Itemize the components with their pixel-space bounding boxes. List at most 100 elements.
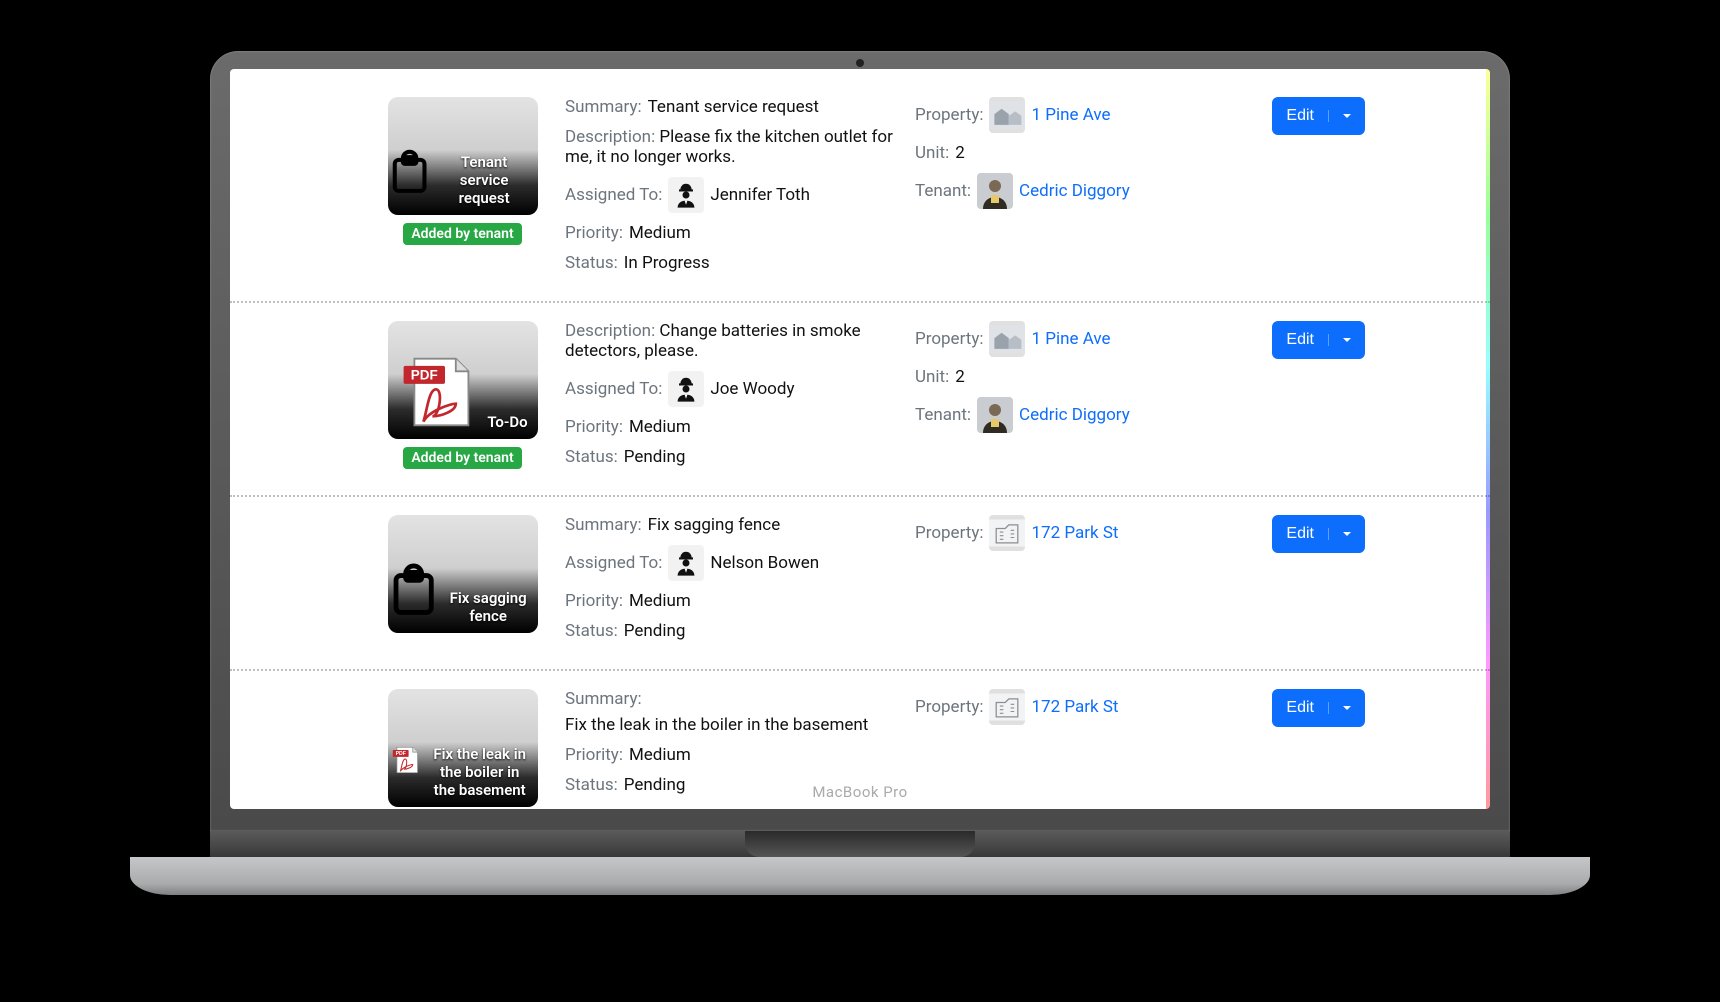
property-link[interactable]: 172 Park St (1031, 697, 1118, 717)
tenant-avatar (977, 173, 1013, 209)
avatar-icon (977, 173, 1013, 209)
action-column: Edit (1255, 515, 1365, 651)
edit-button[interactable]: Edit (1272, 97, 1365, 135)
tenant-link[interactable]: Cedric Diggory (1019, 405, 1130, 425)
edit-button-label: Edit (1272, 699, 1328, 717)
priority-value: Medium (629, 223, 691, 243)
unit-value: 2 (955, 143, 965, 163)
task-thumbnail[interactable]: Tenant service request (388, 97, 538, 215)
priority-label: Priority: (565, 223, 623, 243)
property-thumb (989, 689, 1025, 725)
svg-text:PDF: PDF (411, 367, 438, 382)
summary-value: Fix sagging fence (648, 515, 781, 535)
property-link[interactable]: 1 Pine Ave (1031, 105, 1110, 125)
pdf-icon: PDF (391, 353, 481, 431)
edit-dropdown-toggle[interactable] (1328, 110, 1365, 122)
edit-button-label: Edit (1272, 525, 1328, 543)
property-label: Property: (915, 105, 983, 125)
info-column: Summary: Tenant service requestDescripti… (565, 97, 895, 283)
svg-text:PDF: PDF (395, 751, 405, 757)
task-card: Tenant service request Added by tenant Sum… (230, 79, 1490, 303)
assignee-avatar (668, 545, 704, 581)
building-thumb-icon (989, 518, 1025, 548)
edit-button[interactable]: Edit (1272, 515, 1365, 553)
tenant-label: Tenant: (915, 181, 971, 201)
device-label: MacBook Pro (210, 783, 1510, 801)
assignee-avatar (668, 371, 704, 407)
task-list: Tenant service request Added by tenant Sum… (230, 79, 1490, 809)
house-thumb-icon (989, 100, 1025, 130)
assigned-to-label: Assigned To: (565, 379, 662, 399)
property-thumb (989, 97, 1025, 133)
priority-value: Medium (629, 591, 691, 611)
status-label: Status: (565, 621, 618, 641)
avatar-icon (977, 397, 1013, 433)
status-label: Status: (565, 253, 618, 273)
summary-label: Summary: (565, 689, 642, 709)
edit-button[interactable]: Edit (1272, 689, 1365, 727)
worker-icon (672, 375, 700, 403)
priority-label: Priority: (565, 417, 623, 437)
thumb-caption: Fix sagging fence (439, 589, 538, 625)
task-thumbnail[interactable]: Fix sagging fence (388, 515, 538, 633)
building-thumb-icon (989, 692, 1025, 722)
property-link[interactable]: 172 Park St (1031, 523, 1118, 543)
edit-dropdown-toggle[interactable] (1328, 334, 1365, 346)
assigned-to-value: Joe Woody (710, 379, 794, 399)
task-card: PDF To-DoAdded by tenantDescription: Cha… (230, 303, 1490, 497)
edit-dropdown-toggle[interactable] (1328, 702, 1365, 714)
tenant-avatar (977, 397, 1013, 433)
added-by-tenant-badge: Added by tenant (403, 223, 521, 245)
chevron-down-icon (1341, 702, 1353, 714)
task-card: Fix sagging fence Summary: Fix sagging fe… (230, 497, 1490, 671)
assigned-to-label: Assigned To: (565, 185, 662, 205)
thumb-caption: Tenant service request (431, 153, 538, 207)
summary-value: Fix the leak in the boiler in the baseme… (565, 715, 868, 735)
thumb-caption: Fix the leak in the boiler in the baseme… (422, 745, 538, 799)
meta-column: Property: 172 Park St (915, 515, 1235, 651)
property-label: Property: (915, 697, 983, 717)
worker-icon (672, 549, 700, 577)
thumb-column: Fix sagging fence (380, 515, 545, 651)
edit-button-label: Edit (1272, 107, 1328, 125)
added-by-tenant-badge: Added by tenant (403, 447, 521, 469)
unit-label: Unit: (915, 143, 949, 163)
summary-label: Summary: (565, 515, 642, 535)
property-label: Property: (915, 329, 983, 349)
chevron-down-icon (1341, 528, 1353, 540)
chevron-down-icon (1341, 110, 1353, 122)
house-thumb-icon (989, 324, 1025, 354)
priority-value: Medium (629, 745, 691, 765)
screen: Tenant service request Added by tenant Sum… (230, 69, 1490, 809)
assigned-to-value: Jennifer Toth (710, 185, 810, 205)
edit-button-label: Edit (1272, 331, 1328, 349)
tenant-label: Tenant: (915, 405, 971, 425)
priority-label: Priority: (565, 591, 623, 611)
property-link[interactable]: 1 Pine Ave (1031, 329, 1110, 349)
description-label: Description: (565, 321, 655, 341)
thumb-column: Tenant service request Added by tenant (380, 97, 545, 283)
priority-label: Priority: (565, 745, 623, 765)
meta-column: Property: 1 Pine Ave Unit: 2 Tenant: Cedri… (915, 97, 1235, 283)
tenant-link[interactable]: Cedric Diggory (1019, 181, 1130, 201)
task-thumbnail[interactable]: PDF To-Do (388, 321, 538, 439)
edit-dropdown-toggle[interactable] (1328, 528, 1365, 540)
info-column: Summary: Fix sagging fenceAssigned To: N… (565, 515, 895, 651)
status-label: Status: (565, 447, 618, 467)
status-value: Pending (624, 447, 686, 467)
property-thumb (989, 515, 1025, 551)
clipboard-icon (388, 555, 439, 625)
laptop-base (130, 857, 1590, 895)
thumb-column: PDF To-Do Added by tenant (380, 321, 545, 477)
unit-value: 2 (955, 367, 965, 387)
summary-label: Summary: (565, 97, 642, 117)
property-thumb (989, 321, 1025, 357)
chevron-down-icon (1341, 334, 1353, 346)
worker-icon (672, 181, 700, 209)
assigned-to-label: Assigned To: (565, 553, 662, 573)
property-label: Property: (915, 523, 983, 543)
action-column: Edit (1255, 97, 1365, 283)
meta-column: Property: 1 Pine AveUnit: 2Tenant: Cedri… (915, 321, 1235, 477)
status-value: In Progress (624, 253, 710, 273)
edit-button[interactable]: Edit (1272, 321, 1365, 359)
